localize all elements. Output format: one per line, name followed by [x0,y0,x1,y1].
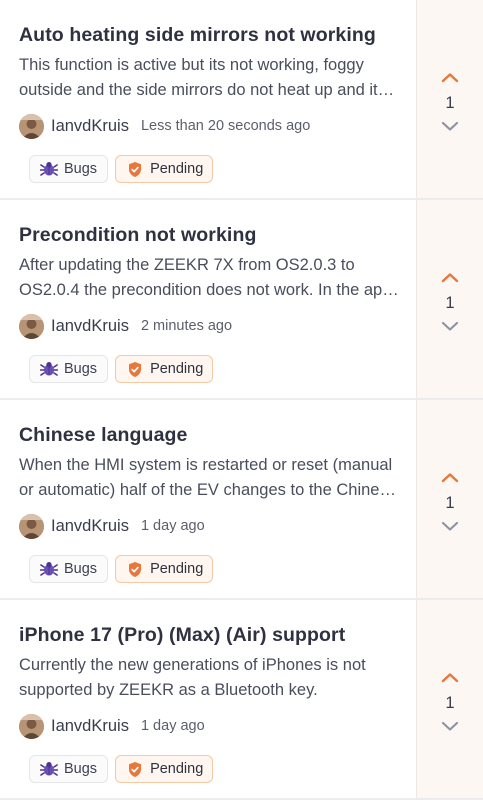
status-label: Pending [150,161,204,177]
shield-check-icon [125,760,144,778]
upvote-button[interactable] [439,70,461,86]
vote-panel: 1 [416,200,483,398]
post-title[interactable]: Chinese language [19,422,400,448]
post-content[interactable]: Auto heating side mirrors not working Th… [0,0,416,198]
downvote-button[interactable] [439,519,461,535]
chevron-up-icon [441,273,459,283]
post-card[interactable]: Auto heating side mirrors not working Th… [0,0,483,200]
upvote-button[interactable] [439,270,461,286]
category-label: Bugs [64,161,98,177]
status-badge: Pending [115,155,214,183]
vote-count: 1 [445,493,455,512]
post-tags: Bugs Pending [29,755,400,783]
post-meta: IanvdKruis 2 minutes ago [19,313,400,339]
post-meta: IanvdKruis 1 day ago [19,513,400,539]
chevron-down-icon [441,321,459,331]
post-title[interactable]: Auto heating side mirrors not working [19,22,400,48]
bug-icon [39,360,58,378]
post-meta: IanvdKruis 1 day ago [19,713,400,739]
avatar [19,713,44,739]
upvote-button[interactable] [439,470,461,486]
status-label: Pending [150,361,204,377]
post-content[interactable]: Chinese language When the HMI system is … [0,400,416,598]
chevron-up-icon [441,73,459,83]
chevron-down-icon [441,121,459,131]
post-title[interactable]: iPhone 17 (Pro) (Max) (Air) support [19,622,400,648]
category-label: Bugs [64,361,98,377]
category-badge[interactable]: Bugs [29,755,109,783]
category-badge[interactable]: Bugs [29,555,109,583]
post-card[interactable]: Precondition not working After updating … [0,200,483,400]
avatar [19,113,44,139]
shield-check-icon [125,160,144,178]
post-title[interactable]: Precondition not working [19,222,400,248]
post-card[interactable]: iPhone 17 (Pro) (Max) (Air) support Curr… [0,600,483,800]
post-tags: Bugs Pending [29,355,400,383]
author-name: IanvdKruis [51,316,129,335]
bug-icon [39,760,58,778]
category-label: Bugs [64,561,98,577]
chevron-down-icon [441,521,459,531]
author-name: IanvdKruis [51,516,129,535]
status-badge: Pending [115,355,214,383]
vote-count: 1 [445,293,455,312]
post-description: When the HMI system is restarted or rese… [19,456,397,499]
post-time: 2 minutes ago [140,318,233,334]
vote-count: 1 [445,693,455,712]
post-card[interactable]: Chinese language When the HMI system is … [0,400,483,600]
vote-panel: 1 [416,600,483,798]
post-description: After updating the ZEEKR 7X from OS2.0.3… [19,256,392,299]
shield-check-icon [125,560,144,578]
upvote-button[interactable] [439,670,461,686]
category-badge[interactable]: Bugs [29,355,109,383]
post-meta: IanvdKruis Less than 20 seconds ago [19,113,400,139]
post-time: Less than 20 seconds ago [140,118,311,134]
chevron-down-icon [441,721,459,731]
status-badge: Pending [115,755,214,783]
post-description: Currently the new generations of iPhones… [19,656,366,699]
status-badge: Pending [115,555,214,583]
category-badge[interactable]: Bugs [29,155,109,183]
vote-panel: 1 [416,0,483,198]
avatar [19,313,44,339]
post-content[interactable]: Precondition not working After updating … [0,200,416,398]
avatar [19,513,44,539]
vote-panel: 1 [416,400,483,598]
downvote-button[interactable] [439,319,461,335]
downvote-button[interactable] [439,719,461,735]
status-label: Pending [150,761,204,777]
downvote-button[interactable] [439,119,461,135]
status-label: Pending [150,561,204,577]
post-time: 1 day ago [140,718,205,734]
author-name: IanvdKruis [51,116,129,135]
post-description: This function is active but its not work… [19,56,378,99]
shield-check-icon [125,360,144,378]
post-feed: Auto heating side mirrors not working Th… [0,0,483,800]
category-label: Bugs [64,761,98,777]
author-name: IanvdKruis [51,716,129,735]
post-tags: Bugs Pending [29,555,400,583]
post-content[interactable]: iPhone 17 (Pro) (Max) (Air) support Curr… [0,600,416,798]
bug-icon [39,560,58,578]
vote-count: 1 [445,93,455,112]
post-tags: Bugs Pending [29,155,400,183]
chevron-up-icon [441,673,459,683]
bug-icon [39,160,58,178]
chevron-up-icon [441,473,459,483]
post-time: 1 day ago [140,518,205,534]
